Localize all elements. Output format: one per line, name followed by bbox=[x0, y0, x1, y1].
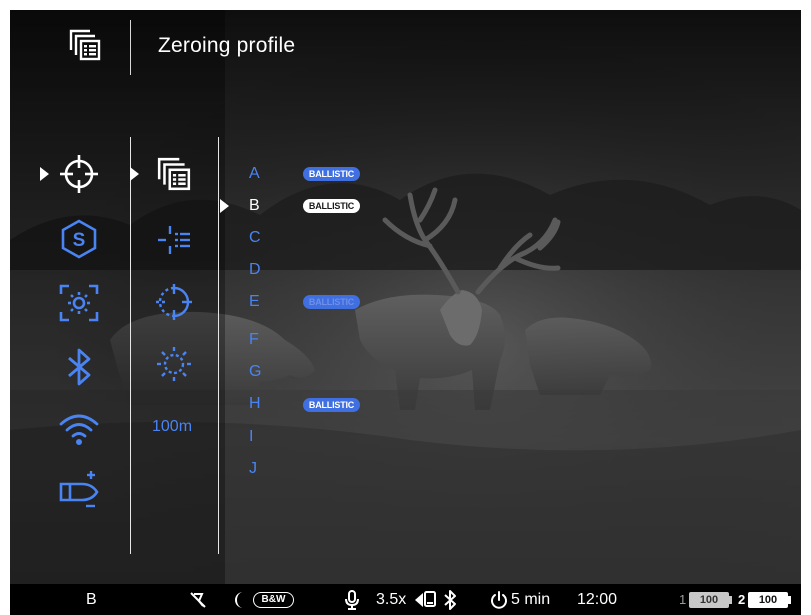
microphone-icon bbox=[345, 590, 359, 610]
ballistic-badge: BALLISTIC bbox=[303, 398, 360, 412]
s-hexagon-icon[interactable]: S bbox=[58, 218, 100, 260]
battery2-tip bbox=[788, 596, 791, 604]
night-mode-icon bbox=[235, 592, 243, 608]
power-icon bbox=[491, 591, 507, 609]
reticle-list-icon[interactable] bbox=[156, 222, 192, 258]
ballistic-badge: BALLISTIC bbox=[303, 295, 360, 309]
selection-arrow bbox=[40, 167, 49, 181]
zeroing-distance[interactable]: 100m bbox=[152, 418, 192, 436]
page-title: Zeroing profile bbox=[158, 34, 296, 57]
status-profile: B bbox=[86, 591, 97, 608]
night-vision-background bbox=[10, 10, 801, 584]
ballistic-badge: BALLISTIC bbox=[303, 167, 360, 181]
battery1-level: 100 bbox=[689, 592, 729, 608]
menu-divider bbox=[130, 137, 131, 554]
cartridge-plus-minus-icon[interactable] bbox=[58, 468, 100, 510]
submenu-selection-arrow bbox=[130, 167, 139, 181]
zeroing-target-icon[interactable] bbox=[156, 284, 192, 320]
battery1-index: 1 bbox=[679, 592, 687, 607]
header-divider bbox=[130, 20, 131, 75]
profile-i[interactable]: I bbox=[249, 428, 253, 446]
auto-off-time: 5 min bbox=[511, 591, 551, 608]
gps-off-icon bbox=[190, 592, 206, 608]
profile-g[interactable]: G bbox=[249, 363, 261, 381]
bluetooth-status-icon bbox=[444, 590, 456, 610]
zeroing-profile-icon[interactable] bbox=[156, 156, 192, 192]
viewfinder-screen: Zeroing profile S 100m A BALLISTIC B BAL… bbox=[10, 10, 801, 584]
battery1-tip bbox=[729, 596, 732, 604]
submenu-divider bbox=[218, 137, 219, 554]
profile-f[interactable]: F bbox=[249, 331, 259, 349]
recoil-camera-icon bbox=[415, 591, 436, 607]
color-mode-badge: B&W bbox=[253, 592, 294, 608]
status-bar: B B&W 3.5x 5 min 12:00 1 100 2 100 bbox=[10, 584, 801, 615]
profile-a[interactable]: A bbox=[249, 165, 260, 183]
profile-b[interactable]: B bbox=[249, 197, 260, 215]
crosshair-icon[interactable] bbox=[58, 153, 100, 195]
battery2-level: 100 bbox=[748, 592, 788, 608]
battery2-index: 2 bbox=[738, 592, 746, 607]
bluetooth-icon[interactable] bbox=[58, 346, 100, 388]
zeroing-profile-icon bbox=[69, 29, 101, 61]
ballistic-badge: BALLISTIC bbox=[303, 199, 360, 213]
profile-c[interactable]: C bbox=[249, 229, 261, 247]
zoom-level: 3.5x bbox=[376, 591, 407, 608]
clock: 12:00 bbox=[577, 591, 618, 608]
profile-h[interactable]: H bbox=[249, 395, 261, 413]
svg-text:S: S bbox=[73, 230, 86, 251]
sun-dotted-icon[interactable] bbox=[156, 346, 192, 382]
profile-e[interactable]: E bbox=[249, 293, 260, 311]
brightness-frame-icon[interactable] bbox=[58, 282, 100, 324]
wifi-icon[interactable] bbox=[58, 408, 100, 450]
profile-j[interactable]: J bbox=[249, 460, 257, 478]
profile-d[interactable]: D bbox=[249, 261, 261, 279]
profile-selection-arrow bbox=[220, 199, 229, 213]
